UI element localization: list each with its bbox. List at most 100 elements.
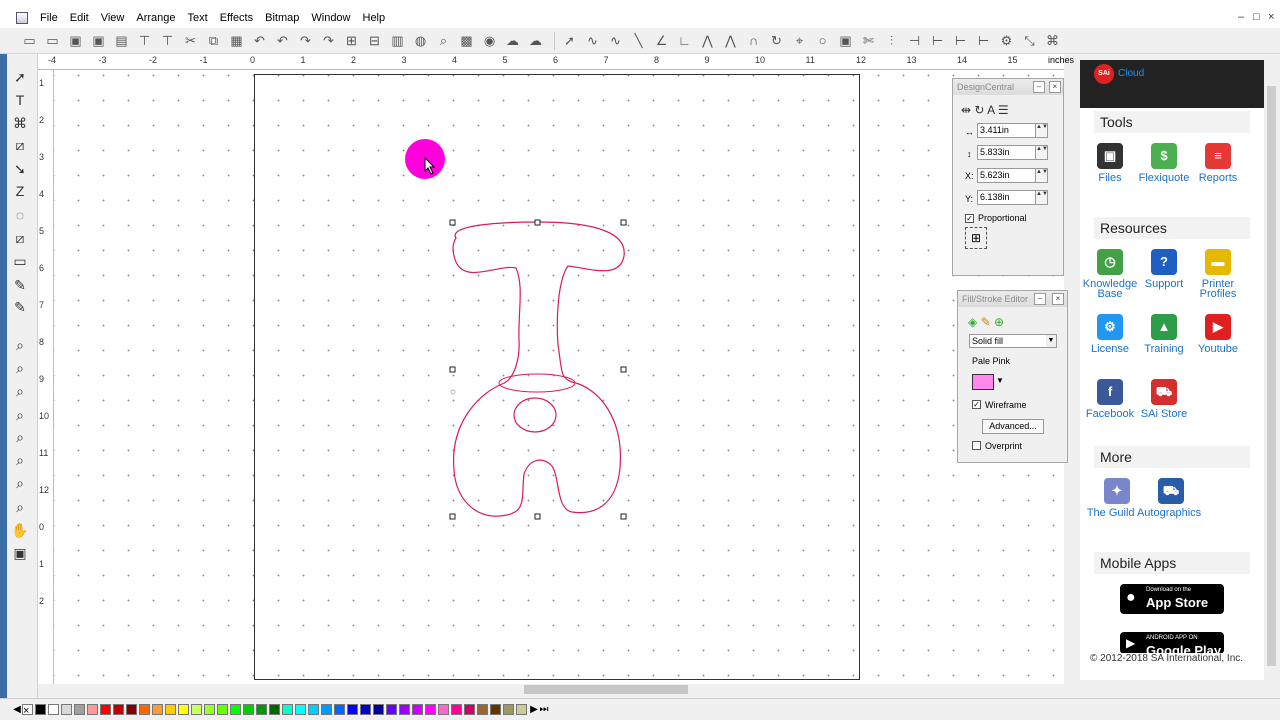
palette-end-icon[interactable]: ⏭ bbox=[539, 704, 549, 715]
restore-button[interactable]: □ bbox=[1253, 11, 1260, 23]
panel-minimize-button[interactable]: – bbox=[1034, 293, 1046, 305]
palette-swatch[interactable] bbox=[373, 704, 384, 715]
inner-ellipse-outline[interactable] bbox=[513, 397, 557, 433]
palette-swatch[interactable] bbox=[113, 704, 124, 715]
panel-minimize-button[interactable]: – bbox=[1033, 81, 1045, 93]
cloud-label[interactable]: Cloud bbox=[1118, 68, 1144, 79]
panel-close-button[interactable]: × bbox=[1049, 81, 1061, 93]
palette-swatch[interactable] bbox=[243, 704, 254, 715]
palette-swatch[interactable] bbox=[412, 704, 423, 715]
selection-handle[interactable] bbox=[534, 513, 541, 520]
close-button[interactable]: × bbox=[1268, 11, 1274, 23]
palette-swatch[interactable] bbox=[191, 704, 202, 715]
scroll-thumb[interactable] bbox=[1267, 86, 1276, 666]
selection-handle[interactable] bbox=[620, 513, 627, 520]
palette-swatch[interactable] bbox=[87, 704, 98, 715]
x-field[interactable]: 5.623in bbox=[977, 168, 1037, 183]
tile-printer-profiles[interactable]: ▬ Printer Profiles bbox=[1188, 249, 1248, 300]
minimize-button[interactable]: – bbox=[1238, 11, 1244, 23]
chevron-down-icon[interactable]: ▼ bbox=[1046, 335, 1056, 347]
no-color-swatch[interactable]: × bbox=[22, 704, 33, 717]
text-tab-icon[interactable]: A bbox=[987, 103, 994, 117]
palette-swatch[interactable] bbox=[139, 704, 150, 715]
palette-swatch[interactable] bbox=[308, 704, 319, 715]
tile-reports[interactable]: ≡ Reports bbox=[1188, 143, 1248, 184]
selected-shape-outline[interactable] bbox=[452, 221, 625, 517]
palette-right-icon[interactable]: ▶ bbox=[529, 704, 539, 715]
advanced-button[interactable]: Advanced... bbox=[982, 419, 1044, 434]
tile-youtube[interactable]: ▶ Youtube bbox=[1188, 314, 1248, 355]
tile-files[interactable]: ▣ Files bbox=[1080, 143, 1140, 184]
anchor-grid-icon[interactable]: ⊞ bbox=[965, 227, 987, 249]
rotate-tab-icon[interactable]: ↻ bbox=[974, 103, 984, 117]
palette-swatch[interactable] bbox=[178, 704, 189, 715]
palette-swatch[interactable] bbox=[230, 704, 241, 715]
palette-swatch[interactable] bbox=[347, 704, 358, 715]
palette-swatch[interactable] bbox=[503, 704, 514, 715]
palette-swatch[interactable] bbox=[360, 704, 371, 715]
palette-swatch[interactable] bbox=[321, 704, 332, 715]
x-spinner[interactable]: ▲▼ bbox=[1035, 168, 1048, 183]
height-spinner[interactable]: ▲▼ bbox=[1035, 145, 1048, 160]
cloud-vertical-scrollbar[interactable] bbox=[1264, 60, 1280, 680]
palette-swatch[interactable] bbox=[334, 704, 345, 715]
scroll-thumb[interactable] bbox=[524, 685, 688, 694]
selection-handle[interactable] bbox=[449, 513, 456, 520]
palette-swatch[interactable] bbox=[217, 704, 228, 715]
rotation-center-marker[interactable] bbox=[450, 389, 456, 395]
palette-swatch[interactable] bbox=[282, 704, 293, 715]
align-tab-icon[interactable]: ☰ bbox=[998, 103, 1009, 117]
wireframe-checkbox[interactable]: ✓ bbox=[972, 400, 981, 409]
palette-swatch[interactable] bbox=[477, 704, 488, 715]
app-store-button[interactable]: ● Download on the App Store bbox=[1120, 584, 1224, 614]
palette-swatch[interactable] bbox=[126, 704, 137, 715]
tile-sai-store[interactable]: ⛟ SAi Store bbox=[1134, 379, 1194, 420]
palette-swatch[interactable] bbox=[399, 704, 410, 715]
palette-swatch[interactable] bbox=[165, 704, 176, 715]
palette-left-icon[interactable]: ◀ bbox=[12, 704, 22, 715]
tile-training[interactable]: ▲ Training bbox=[1134, 314, 1194, 355]
tile-guild-autographics[interactable]: ✦ ⛟ The Guild Autographics bbox=[1082, 478, 1206, 519]
palette-swatch[interactable] bbox=[451, 704, 462, 715]
height-field[interactable]: 5.833in bbox=[977, 145, 1037, 160]
effects-tab-icon[interactable]: ⊕ bbox=[994, 315, 1004, 329]
width-field[interactable]: 3.411in bbox=[977, 123, 1037, 138]
palette-swatch[interactable] bbox=[48, 704, 59, 715]
color-dropdown-icon[interactable]: ▼ bbox=[996, 376, 1004, 385]
selection-handle[interactable] bbox=[620, 219, 627, 226]
neck-ellipse-outline[interactable] bbox=[498, 373, 576, 393]
palette-swatch[interactable] bbox=[516, 704, 527, 715]
palette-swatch[interactable] bbox=[35, 704, 46, 715]
tile-knowledge-base[interactable]: ◷ Knowledge Base bbox=[1080, 249, 1140, 300]
palette-swatch[interactable] bbox=[425, 704, 436, 715]
palette-swatch[interactable] bbox=[256, 704, 267, 715]
palette-swatch[interactable] bbox=[269, 704, 280, 715]
overprint-checkbox[interactable] bbox=[972, 441, 981, 450]
transform-tab-icon[interactable]: ⇹ bbox=[961, 103, 971, 117]
palette-swatch[interactable] bbox=[74, 704, 85, 715]
y-spinner[interactable]: ▲▼ bbox=[1035, 190, 1048, 205]
palette-swatch[interactable] bbox=[204, 704, 215, 715]
proportional-checkbox[interactable]: ✓ bbox=[965, 214, 974, 223]
fill-type-select[interactable]: Solid fill bbox=[969, 334, 1057, 348]
tile-license[interactable]: ⚙ License bbox=[1080, 314, 1140, 355]
fill-color-swatch[interactable] bbox=[972, 374, 994, 390]
selection-handle[interactable] bbox=[534, 219, 541, 226]
google-play-button[interactable]: ▶ ANDROID APP ON Google Play bbox=[1120, 632, 1224, 654]
tile-support[interactable]: ? Support bbox=[1134, 249, 1194, 290]
palette-swatch[interactable] bbox=[438, 704, 449, 715]
selection-handle[interactable] bbox=[620, 366, 627, 373]
palette-swatch[interactable] bbox=[100, 704, 111, 715]
fill-tab-icon[interactable]: ◈ bbox=[968, 315, 977, 329]
y-field[interactable]: 6.138in bbox=[977, 190, 1037, 205]
palette-swatch[interactable] bbox=[490, 704, 501, 715]
horizontal-scrollbar[interactable] bbox=[54, 684, 1064, 696]
selection-handle[interactable] bbox=[449, 366, 456, 373]
tile-flexiquote[interactable]: $ Flexiquote bbox=[1134, 143, 1194, 184]
palette-swatch[interactable] bbox=[295, 704, 306, 715]
width-spinner[interactable]: ▲▼ bbox=[1035, 123, 1048, 138]
panel-close-button[interactable]: × bbox=[1052, 293, 1064, 305]
palette-swatch[interactable] bbox=[464, 704, 475, 715]
palette-swatch[interactable] bbox=[61, 704, 72, 715]
palette-swatch[interactable] bbox=[386, 704, 397, 715]
